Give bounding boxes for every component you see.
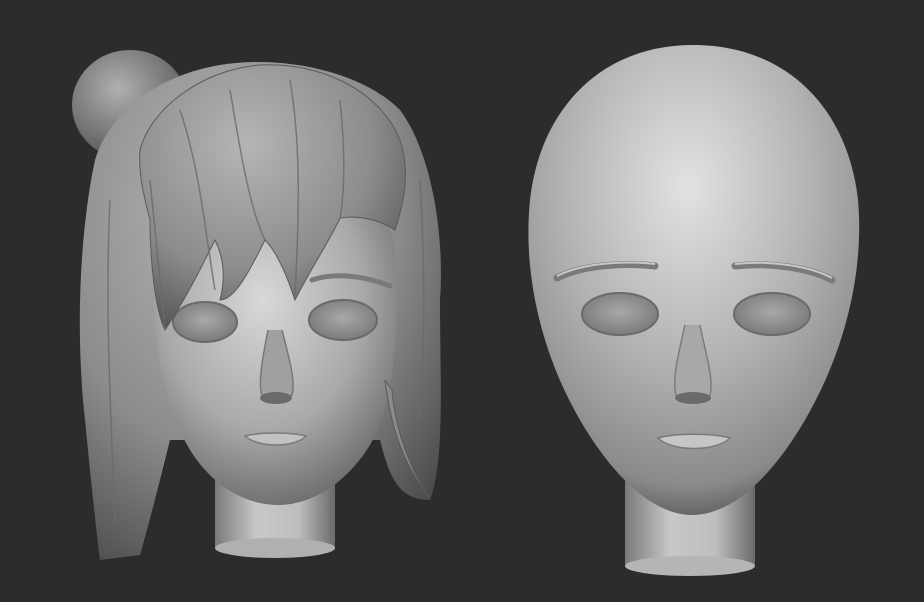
eye-socket-right-l [308,299,378,341]
bald-head-model[interactable] [528,45,860,576]
head-with-hair-model[interactable] [72,50,441,560]
sculpt-viewport[interactable] [0,0,924,602]
eye-socket-left-r [581,292,659,336]
render-canvas [72,45,860,576]
eye-socket-right-r [733,292,811,336]
eye-socket-left-l [172,301,238,343]
